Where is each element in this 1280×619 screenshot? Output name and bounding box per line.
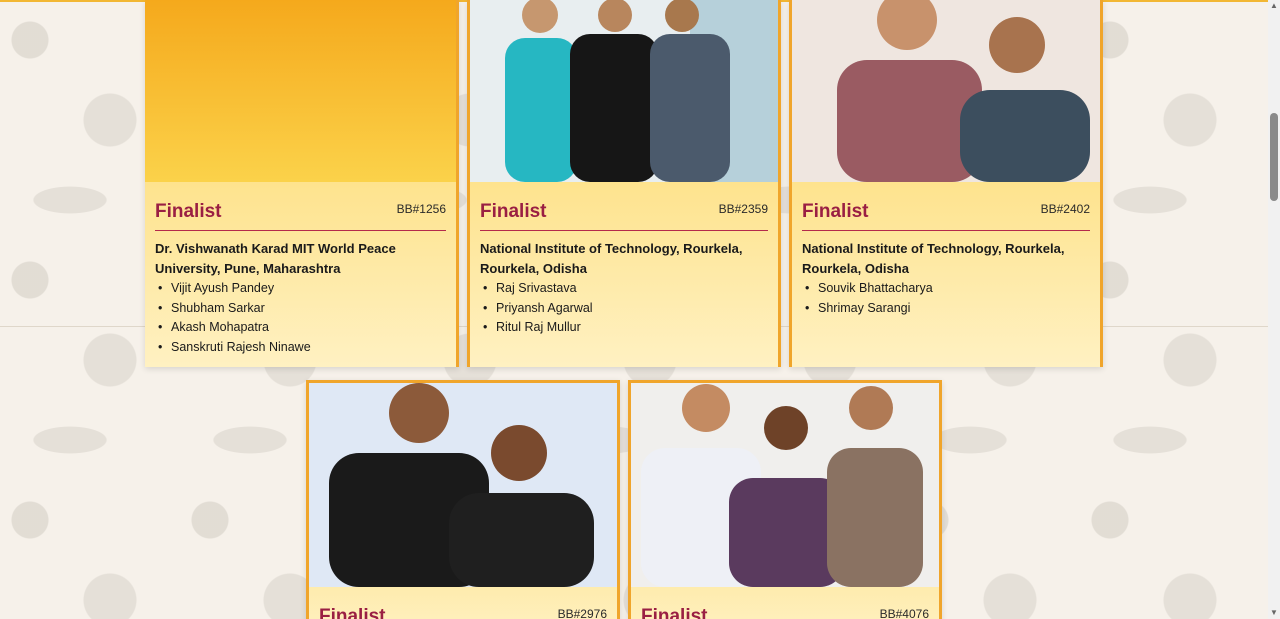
- team-id: BB#2359: [718, 202, 768, 216]
- member-list: Vijit Ayush Pandey Shubham Sarkar Akash …: [155, 279, 446, 357]
- status-label: Finalist: [155, 201, 222, 222]
- triangle-down-icon[interactable]: ▼: [1270, 609, 1278, 617]
- status-label: Finalist: [802, 201, 869, 222]
- member-name: Raj Srivastava: [480, 279, 768, 299]
- member-name: Vijit Ayush Pandey: [155, 279, 446, 299]
- team-card: Finalist BB#4076: [628, 380, 942, 619]
- university-name: National Institute of Technology, Rourke…: [480, 241, 743, 276]
- member-name: Souvik Bhattacharya: [802, 279, 1090, 299]
- team-photo: [309, 383, 617, 587]
- scroll-thumb[interactable]: [1270, 113, 1278, 201]
- page-scrollbar[interactable]: ▲ ▼: [1268, 0, 1280, 619]
- member-name: Shubham Sarkar: [155, 299, 446, 319]
- member-name: Sanskruti Rajesh Ninawe: [155, 338, 446, 358]
- member-list: Souvik Bhattacharya Shrimay Sarangi: [802, 279, 1090, 318]
- member-name: Akash Mohapatra: [155, 318, 446, 338]
- status-label: Finalist: [480, 201, 547, 222]
- team-card: Finalist BB#2359 National Institute of T…: [467, 0, 781, 367]
- status-label: Finalist: [641, 606, 708, 619]
- team-photo: [792, 0, 1100, 182]
- university-name: National Institute of Technology, Rourke…: [802, 241, 1065, 276]
- member-name: Ritul Raj Mullur: [480, 318, 768, 338]
- team-id: BB#1256: [396, 202, 446, 216]
- team-id: BB#2976: [557, 607, 607, 619]
- team-photo-placeholder: [145, 0, 456, 182]
- triangle-up-icon[interactable]: ▲: [1270, 2, 1278, 10]
- team-id: BB#2402: [1040, 202, 1090, 216]
- team-photo: [631, 383, 939, 587]
- status-label: Finalist: [319, 606, 386, 619]
- team-card: Finalist BB#2976: [306, 380, 620, 619]
- team-card: Finalist BB#1256 Dr. Vishwanath Karad MI…: [145, 0, 459, 367]
- university-name: Dr. Vishwanath Karad MIT World Peace Uni…: [155, 241, 396, 276]
- team-id: BB#4076: [879, 607, 929, 619]
- team-photo: [470, 0, 778, 182]
- team-card: Finalist BB#2402 National Institute of T…: [789, 0, 1103, 367]
- member-list: Raj Srivastava Priyansh Agarwal Ritul Ra…: [480, 279, 768, 338]
- member-name: Priyansh Agarwal: [480, 299, 768, 319]
- member-name: Shrimay Sarangi: [802, 299, 1090, 319]
